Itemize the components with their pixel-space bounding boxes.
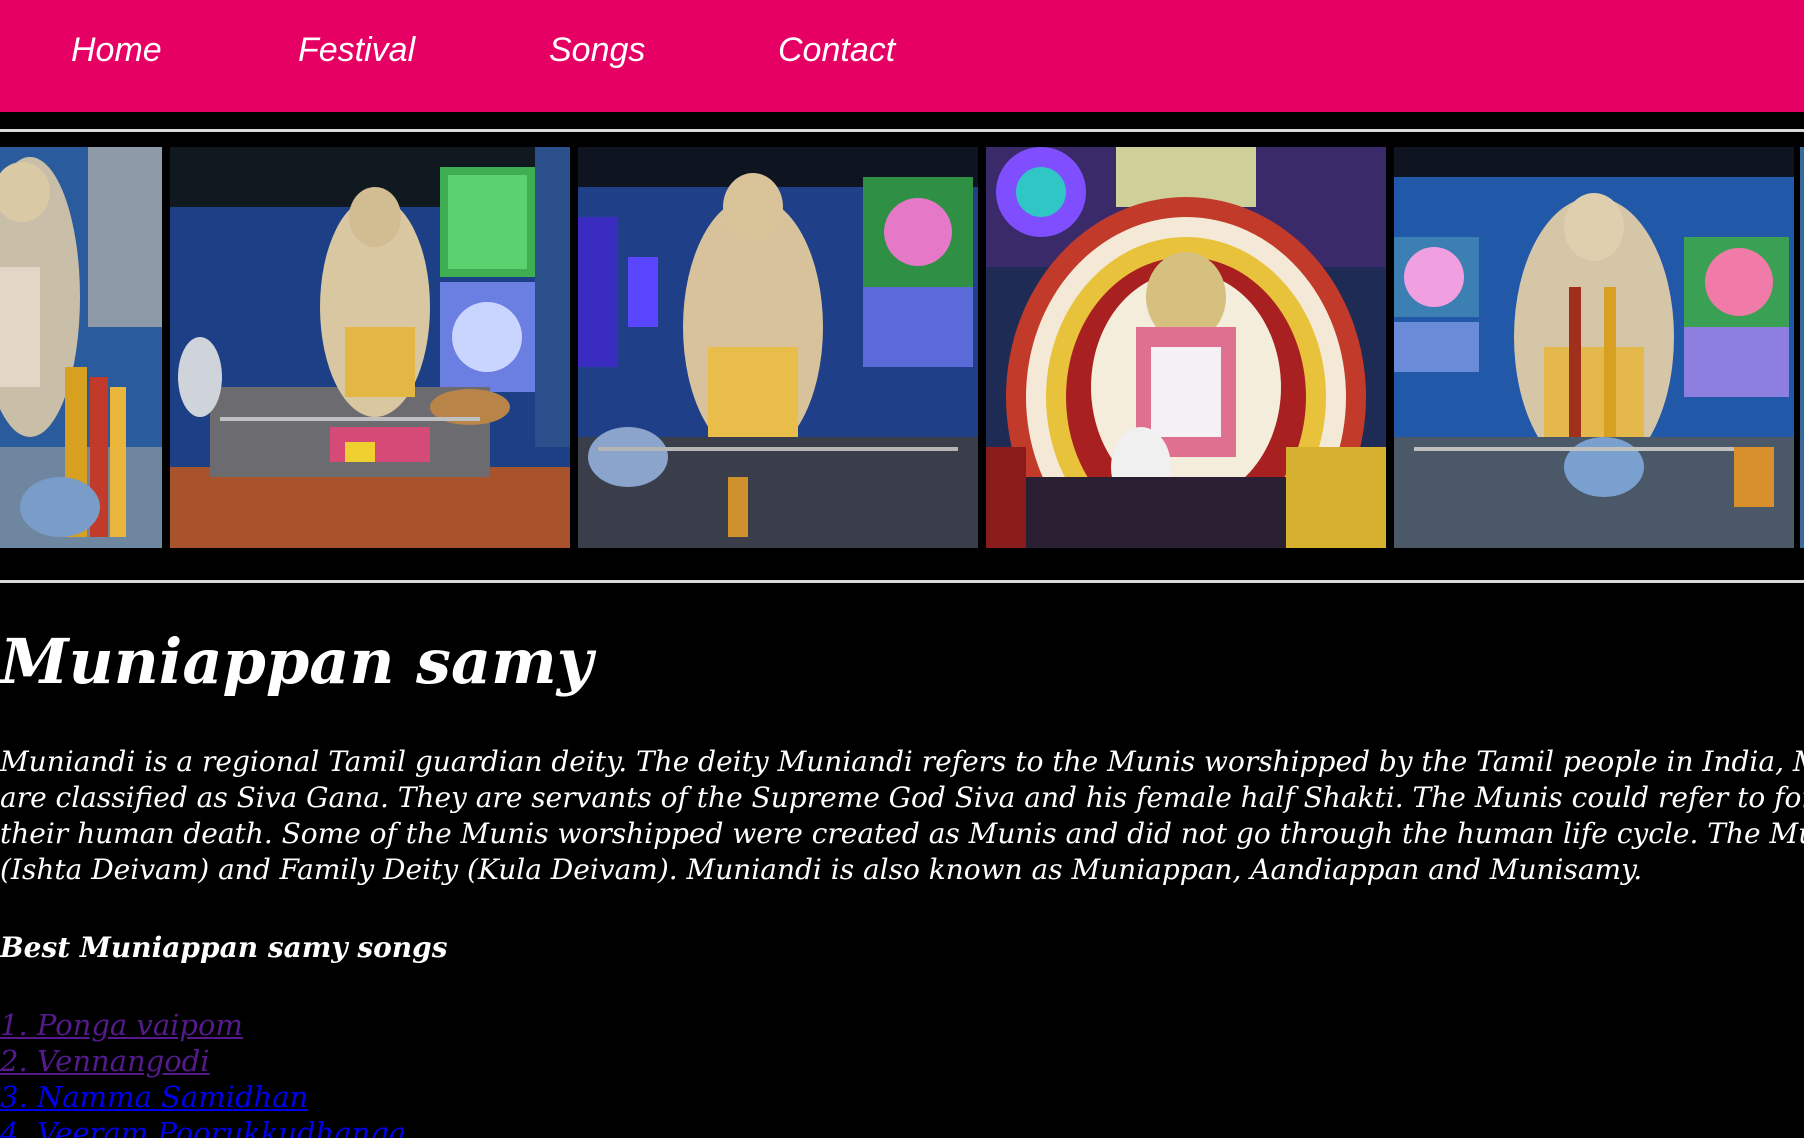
nav-link-contact[interactable]: Contact bbox=[778, 30, 895, 70]
nav-link-festival[interactable]: Festival bbox=[298, 30, 415, 70]
top-navigation-bar: Home Festival Songs Contact bbox=[0, 0, 1804, 112]
intro-line: Muniandi is a regional Tamil guardian de… bbox=[0, 745, 1804, 778]
intro-line: are classified as Siva Gana. They are se… bbox=[0, 781, 1804, 814]
gallery-photo-edge bbox=[1800, 147, 1804, 548]
gallery-bottom-divider bbox=[0, 580, 1804, 583]
gallery-photo-1 bbox=[0, 147, 162, 548]
song-link-ponga-vaipom[interactable]: 1. Ponga vaipom bbox=[0, 1008, 243, 1042]
intro-line: their human death. Some of the Munis wor… bbox=[0, 817, 1804, 850]
intro-paragraph: Muniandi is a regional Tamil guardian de… bbox=[0, 744, 1804, 888]
song-item: 3. Namma Samidhan bbox=[0, 1079, 406, 1115]
nav-link-songs[interactable]: Songs bbox=[549, 30, 645, 70]
song-item: 1. Ponga vaipom bbox=[0, 1007, 406, 1043]
photo-gallery bbox=[0, 147, 1804, 548]
songs-heading: Best Muniappan samy songs bbox=[0, 931, 448, 964]
song-link-namma-samidhan[interactable]: 3. Namma Samidhan bbox=[0, 1080, 308, 1114]
gallery-photo-5 bbox=[1394, 147, 1794, 548]
gallery-top-divider bbox=[0, 129, 1804, 132]
song-item: 2. Vennangodi bbox=[0, 1043, 406, 1079]
nav-link-home[interactable]: Home bbox=[71, 30, 162, 70]
intro-line: (Ishta Deivam) and Family Deity (Kula De… bbox=[0, 853, 1643, 886]
song-link-veeram-poorukkudhanga[interactable]: 4. Veeram Poorukkudhanga bbox=[0, 1116, 406, 1138]
songs-list: 1. Ponga vaipom 2. Vennangodi 3. Namma S… bbox=[0, 1007, 406, 1138]
page-title: Muniappan samy bbox=[0, 625, 593, 698]
gallery-photo-4 bbox=[986, 147, 1386, 548]
gallery-photo-3 bbox=[578, 147, 978, 548]
song-link-vennangodi[interactable]: 2. Vennangodi bbox=[0, 1044, 210, 1078]
song-item: 4. Veeram Poorukkudhanga bbox=[0, 1115, 406, 1138]
gallery-photo-2 bbox=[170, 147, 570, 548]
